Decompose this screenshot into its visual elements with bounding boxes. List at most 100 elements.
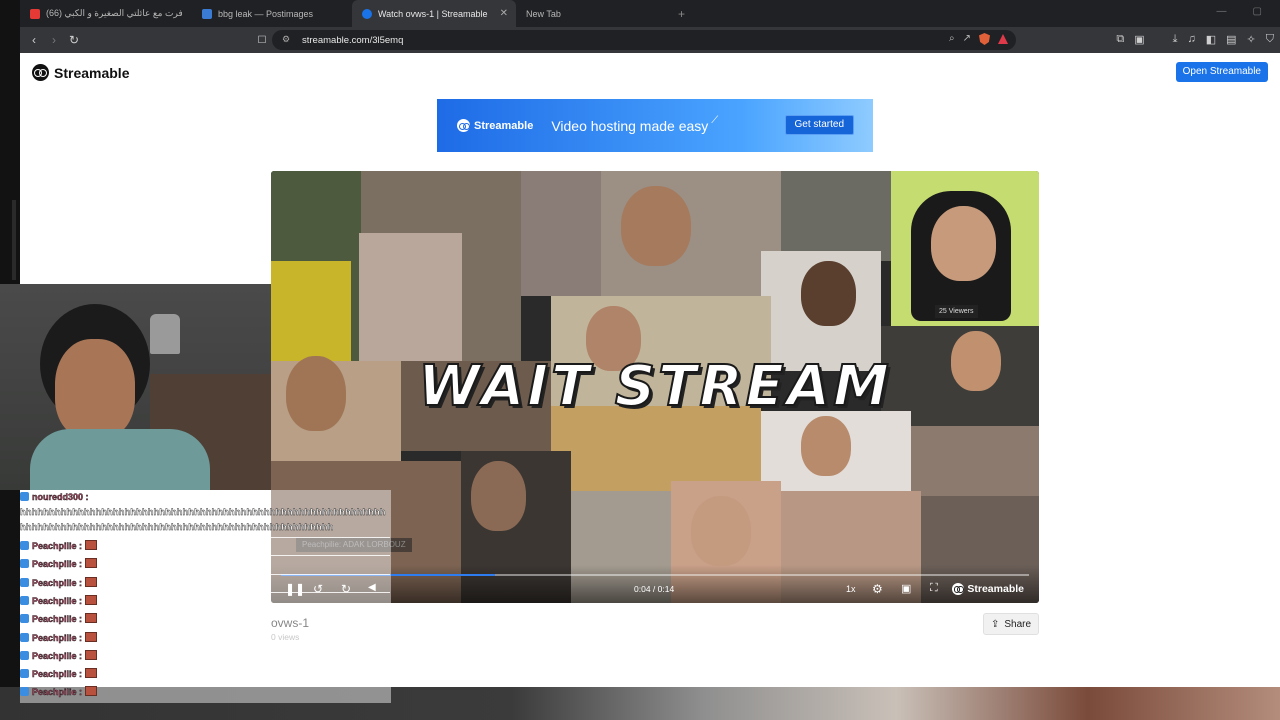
- streamer-webcam: [0, 284, 271, 490]
- picture-in-picture-icon[interactable]: ▣: [901, 582, 911, 595]
- collage-tile: [271, 261, 351, 361]
- collage-face: [691, 496, 751, 566]
- chat-badge-icon: [20, 669, 29, 679]
- chat-badge-icon: [20, 559, 29, 569]
- playback-speed[interactable]: 1x: [846, 584, 856, 594]
- chat-message: Peachpilie :: [20, 558, 98, 570]
- chat-message: Peachpilie :: [20, 540, 98, 551]
- chat-badge-icon: [20, 541, 29, 550]
- progress-bar[interactable]: [281, 574, 1029, 576]
- collage-face: [931, 206, 996, 281]
- chat-username: Peachpilie :: [32, 614, 83, 625]
- banner-brand: Streamable: [474, 119, 534, 132]
- chat-badge-icon: [20, 614, 29, 624]
- toolbar-right: ⧉ ▣ ⤓ ♫ ◧ ▤ ✧ ⛉: [1116, 33, 1274, 46]
- wallet-icon[interactable]: ▤: [1226, 33, 1236, 46]
- collage-face: [801, 261, 856, 326]
- zoom-icon[interactable]: ⌕: [949, 33, 955, 45]
- chat-separator: [20, 683, 390, 685]
- postimages-icon: [202, 8, 212, 19]
- bookmark-icon[interactable]: ☐: [252, 35, 272, 46]
- collage-tile: [521, 171, 611, 296]
- maximize-icon[interactable]: ▢: [1253, 6, 1262, 17]
- chat-emote-icon: [85, 576, 98, 587]
- tab-youtube[interactable]: (66) سافرت مع عائلتي الصغيرة و الكبي...: [20, 0, 192, 27]
- chat-username: Peachpilie :: [32, 650, 83, 662]
- tab-label: Watch ovws-1 | Streamable: [378, 8, 488, 19]
- chat-emote-icon: [85, 649, 98, 660]
- banner-logo: Streamable: [457, 119, 533, 132]
- tab-label: (66) سافرت مع عائلتي الصغيرة و الكبي...: [46, 8, 182, 18]
- chat-separator: [20, 591, 390, 593]
- settings-gear-icon[interactable]: ⚙: [872, 582, 883, 596]
- ad-banner[interactable]: Streamable Video hosting made easy ⟋ Get…: [437, 99, 873, 152]
- share-page-icon[interactable]: ↗: [963, 33, 971, 45]
- extensions-icon[interactable]: ⧉: [1116, 33, 1124, 46]
- media-icon[interactable]: ♫: [1187, 33, 1195, 46]
- trophy-shape: [150, 314, 180, 354]
- back-icon[interactable]: ‹: [24, 33, 44, 47]
- chat-message: Peachpilie :: [20, 613, 98, 625]
- download-icon[interactable]: ⤓: [1173, 33, 1178, 46]
- site-info-icon[interactable]: ⚙: [282, 34, 290, 45]
- chat-username: Peachpilie :: [32, 632, 83, 643]
- chat-emote-icon: [85, 686, 98, 697]
- collage-face: [471, 461, 526, 531]
- new-tab-plus-icon[interactable]: +: [678, 7, 685, 21]
- chat-separator: [20, 665, 390, 667]
- brave-rewards-icon[interactable]: [998, 34, 1008, 44]
- chat-message: Peachpilie :: [20, 594, 98, 606]
- collage-face: [801, 416, 851, 476]
- sparkle-icon: ⟋: [711, 115, 719, 126]
- chat-username: Peachpilie :: [32, 577, 83, 588]
- video-title-art: WAIT STREAM: [417, 353, 892, 420]
- chat-message: Peachpilie :: [20, 686, 98, 698]
- forward-icon[interactable]: ›: [44, 33, 64, 47]
- chat-separator: [20, 610, 390, 612]
- screen: (66) سافرت مع عائلتي الصغيرة و الكبي... …: [0, 0, 1280, 720]
- shirt-shape: [30, 429, 210, 490]
- screenshot-icon[interactable]: ▣: [1134, 33, 1144, 46]
- tab-bar: (66) سافرت مع عائلتي الصغيرة و الكبي... …: [20, 0, 1280, 27]
- tab-postimages[interactable]: bbg leak — Postimages: [192, 0, 352, 27]
- chat-separator: [20, 555, 390, 557]
- chat-emote-icon: [85, 594, 98, 605]
- chat-text: hhhhhhhhhhhhhhhhhhhhhhhhhhhhhhhhhhhhhhhh…: [20, 522, 334, 533]
- chat-message: nouredd300 :: [20, 492, 89, 502]
- player-brand[interactable]: Streamable: [952, 583, 1024, 595]
- browser-toolbar: ‹ › ↻ ☐ ⚙ streamable.com/3l5emq ⌕ ↗ ⧉ ▣ …: [20, 27, 1280, 53]
- streamable-logo-icon: [32, 64, 49, 81]
- tab-streamable[interactable]: Watch ovws-1 | Streamable ✕: [352, 0, 516, 27]
- sidebar-icon[interactable]: ◧: [1206, 33, 1216, 46]
- vpn-icon[interactable]: ⛉: [1266, 33, 1274, 46]
- chat-emote-icon: [85, 631, 98, 642]
- fullscreen-icon[interactable]: ⛶: [930, 582, 938, 595]
- minimize-icon[interactable]: —: [1217, 6, 1227, 17]
- brave-shield-icon[interactable]: [979, 33, 990, 45]
- share-button[interactable]: ⇪ Share: [983, 613, 1040, 635]
- chat-text: hhhhhhhhhhhhhhhhhhhhhhhhhhhhhhhhhhhhhhhh…: [20, 507, 386, 518]
- banner-tagline: Video hosting made easy: [551, 117, 709, 134]
- share-icon: ⇪: [991, 618, 1000, 630]
- chat-badge-icon: [20, 632, 29, 642]
- chat-separator: [20, 628, 390, 630]
- tab-label: bbg leak — Postimages: [218, 8, 314, 19]
- omnibox-actions: ⌕ ↗: [949, 33, 1008, 45]
- reload-icon[interactable]: ↻: [64, 33, 84, 47]
- chat-username: Peachpilie :: [32, 559, 83, 570]
- chat-emote-icon: [85, 613, 98, 624]
- address-url: streamable.com/3l5emq: [302, 34, 404, 46]
- face-shape: [55, 339, 135, 439]
- leo-ai-icon[interactable]: ✧: [1247, 33, 1256, 46]
- chat-username: Peachpilie :: [32, 669, 83, 680]
- open-streamable-button[interactable]: Open Streamable: [1175, 62, 1268, 82]
- get-started-button[interactable]: Get started: [784, 115, 854, 135]
- chat-emote-icon: [85, 558, 98, 569]
- streamable-logo[interactable]: Streamable: [32, 64, 129, 81]
- address-bar[interactable]: ⚙ streamable.com/3l5emq ⌕ ↗: [272, 30, 1016, 50]
- playback-time: 0:04 / 0:14: [634, 584, 675, 594]
- tab-new[interactable]: New Tab: [516, 0, 676, 27]
- window-controls: — ▢: [1217, 6, 1262, 17]
- close-tab-icon[interactable]: ✕: [500, 8, 508, 19]
- player-logo-icon: [952, 583, 965, 595]
